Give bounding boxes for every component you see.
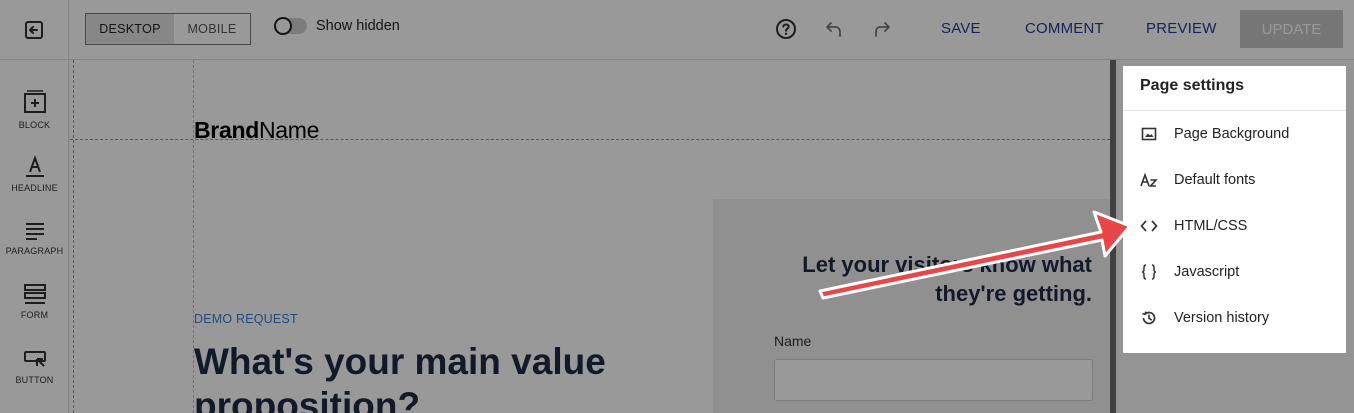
page-settings-title: Page settings: [1140, 77, 1245, 94]
menu-item-label: Page Background: [1174, 126, 1290, 142]
menu-item-label: Javascript: [1174, 264, 1240, 280]
menu-item-label: Default fonts: [1174, 172, 1256, 188]
divider: [1123, 110, 1346, 111]
menu-item-page-background[interactable]: Page Background: [1123, 114, 1346, 154]
menu-item-label: Version history: [1174, 310, 1270, 326]
menu-item-label: HTML/CSS: [1174, 218, 1248, 234]
menu-item-default-fonts[interactable]: Default fonts: [1123, 160, 1346, 200]
image-icon: [1140, 125, 1158, 143]
curly-braces-icon: [1140, 263, 1158, 281]
font-az-icon: [1140, 171, 1158, 189]
code-brackets-icon: [1140, 217, 1158, 235]
menu-item-html-css[interactable]: HTML/CSS: [1123, 206, 1346, 246]
menu-item-version-history[interactable]: Version history: [1123, 298, 1346, 338]
history-icon: [1140, 309, 1158, 327]
page-settings-menu: Page settings Page Background Default fo…: [1123, 66, 1346, 353]
menu-item-javascript[interactable]: Javascript: [1123, 252, 1346, 292]
